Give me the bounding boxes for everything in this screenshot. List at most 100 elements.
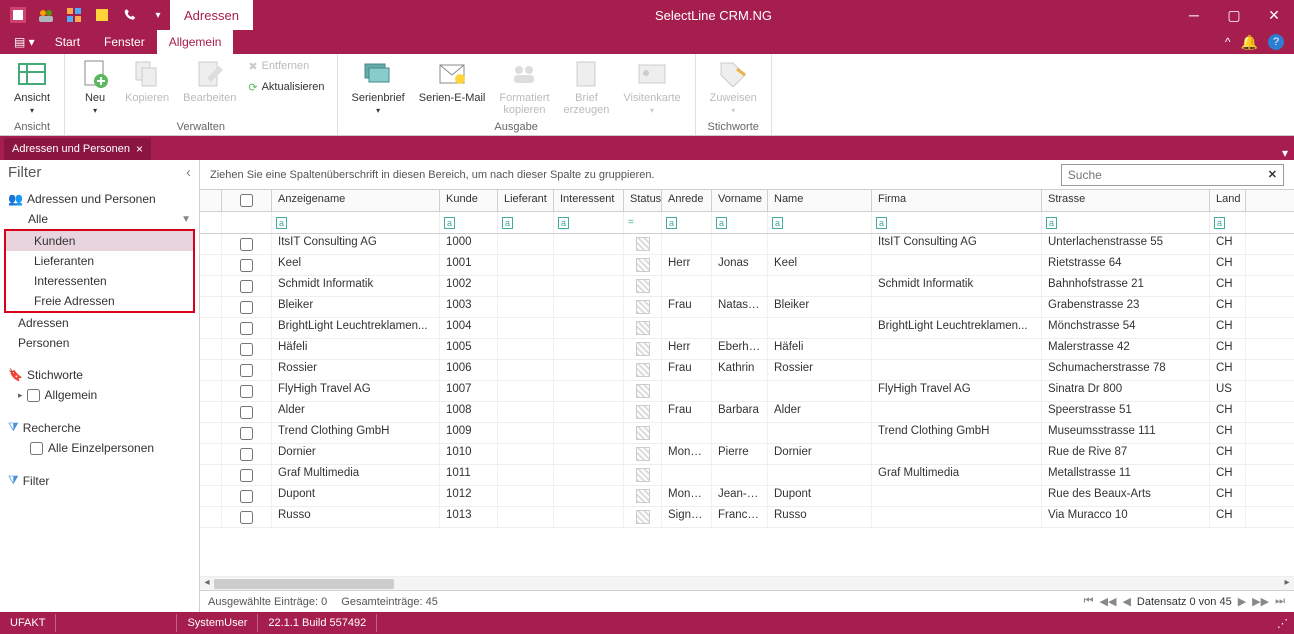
filter-section-adressen-personen[interactable]: 👥 Adressen und Personen (0, 189, 199, 209)
table-row[interactable]: Dupont1012Mons...Jean-LucDupontRue des B… (200, 486, 1294, 507)
col-lieferant[interactable]: Lieferant (498, 190, 554, 211)
ribbon-serienbrief[interactable]: Serienbrief▾ (346, 56, 411, 119)
row-checkbox[interactable] (240, 280, 253, 293)
ribbon-aktualisieren[interactable]: ⟳Aktualisieren (244, 77, 328, 97)
filter-lief[interactable]: a (498, 212, 554, 233)
bell-icon[interactable]: 🔔 (1241, 34, 1258, 51)
filter-str[interactable]: a (1042, 212, 1210, 233)
table-row[interactable]: Russo1013Signo...France...RussoVia Murac… (200, 507, 1294, 528)
nav-prev-page-icon[interactable]: ◀◀ (1099, 595, 1118, 608)
nav-last-icon[interactable]: ⏭ (1274, 595, 1286, 608)
col-anzeigename[interactable]: Anzeigename (272, 190, 440, 211)
filter-section-stichworte[interactable]: 🔖 Stichworte (0, 365, 199, 385)
table-row[interactable]: FlyHigh Travel AG1007FlyHigh Travel AGSi… (200, 381, 1294, 402)
menu-allgemein[interactable]: Allgemein (157, 30, 234, 54)
titlebar-tab-adressen[interactable]: Adressen (170, 0, 253, 30)
filter-name[interactable]: a (768, 212, 872, 233)
ribbon-serienemail[interactable]: Serien-E-Mail (413, 56, 492, 119)
col-vorname[interactable]: Vorname (712, 190, 768, 211)
col-interessent[interactable]: Interessent (554, 190, 624, 211)
close-button[interactable]: ✕ (1254, 0, 1294, 30)
col-rowselector[interactable] (200, 190, 222, 211)
menu-fenster[interactable]: Fenster (92, 30, 157, 54)
horizontal-scrollbar[interactable]: ◂ ▸ (200, 576, 1294, 590)
qat-people-icon[interactable] (34, 3, 58, 27)
col-kunde[interactable]: Kunde (440, 190, 498, 211)
filter-land[interactable]: a (1210, 212, 1246, 233)
header-checkbox[interactable] (240, 194, 253, 207)
ribbon-ansicht[interactable]: Ansicht▾ (8, 56, 56, 119)
filter-item-personen[interactable]: Personen (0, 333, 199, 353)
status-resize-icon[interactable]: ⋰ (1277, 617, 1294, 630)
row-checkbox[interactable] (240, 490, 253, 503)
qat-grid-icon[interactable] (62, 3, 86, 27)
row-checkbox[interactable] (240, 301, 253, 314)
col-name[interactable]: Name (768, 190, 872, 211)
col-strasse[interactable]: Strasse (1042, 190, 1210, 211)
scroll-right-icon[interactable]: ▸ (1280, 577, 1294, 591)
filter-item-lieferanten[interactable]: Lieferanten (6, 251, 193, 271)
einzelpersonen-checkbox[interactable] (30, 442, 43, 455)
row-checkbox[interactable] (240, 343, 253, 356)
table-row[interactable]: Schmidt Informatik1002Schmidt Informatik… (200, 276, 1294, 297)
filter-section-recherche[interactable]: ⧩ Recherche (0, 417, 199, 438)
qat-app-icon[interactable] (6, 3, 30, 27)
filter-item-einzelpersonen[interactable]: Alle Einzelpersonen (0, 438, 199, 458)
ribbon-collapse-icon[interactable]: ^ (1225, 35, 1231, 49)
table-row[interactable]: BrightLight Leuchtreklamen...1004BrightL… (200, 318, 1294, 339)
maximize-button[interactable]: ▢ (1214, 0, 1254, 30)
filter-item-kunden[interactable]: Kunden (6, 231, 193, 251)
help-icon[interactable]: ? (1268, 34, 1284, 50)
filter-item-freie[interactable]: Freie Adressen (6, 291, 193, 311)
allgemein-checkbox[interactable] (27, 389, 40, 402)
col-status[interactable]: Status (624, 190, 662, 211)
table-row[interactable]: Graf Multimedia1011Graf MultimediaMetall… (200, 465, 1294, 486)
row-checkbox[interactable] (240, 511, 253, 524)
row-checkbox[interactable] (240, 259, 253, 272)
table-row[interactable]: Rossier1006FrauKathrinRossierSchumachers… (200, 360, 1294, 381)
scroll-thumb[interactable] (214, 579, 394, 589)
qat-phone-icon[interactable] (118, 3, 142, 27)
minimize-button[interactable]: ─ (1174, 0, 1214, 30)
table-row[interactable]: Häfeli1005HerrEberhardHäfeliMalerstrasse… (200, 339, 1294, 360)
col-land[interactable]: Land (1210, 190, 1246, 211)
close-icon[interactable]: × (136, 142, 143, 156)
filter-section-filter[interactable]: ⧩ Filter (0, 470, 199, 491)
row-checkbox[interactable] (240, 448, 253, 461)
filter-item-allgemein[interactable]: ▸ Allgemein (0, 385, 199, 405)
search-input[interactable] (1062, 168, 1262, 182)
table-row[interactable]: Dornier1010Mons...PierreDornierRue de Ri… (200, 444, 1294, 465)
table-row[interactable]: Bleiker1003FrauNatasc...BleikerGrabenstr… (200, 297, 1294, 318)
filter-item-alle[interactable]: Alle (0, 209, 181, 229)
table-row[interactable]: ItsIT Consulting AG1000ItsIT Consulting … (200, 234, 1294, 255)
filter-anr[interactable]: a (662, 212, 712, 233)
ribbon-neu[interactable]: Neu▾ (73, 56, 117, 119)
filter-kun[interactable]: a (440, 212, 498, 233)
row-checkbox[interactable] (240, 364, 253, 377)
row-checkbox[interactable] (240, 238, 253, 251)
table-row[interactable]: Trend Clothing GmbH1009Trend Clothing Gm… (200, 423, 1294, 444)
row-checkbox[interactable] (240, 406, 253, 419)
grid-body[interactable]: ItsIT Consulting AG1000ItsIT Consulting … (200, 234, 1294, 576)
filter-sta[interactable]: = (624, 212, 662, 233)
row-checkbox[interactable] (240, 385, 253, 398)
nav-next-icon[interactable]: ▶ (1237, 595, 1247, 608)
filter-vor[interactable]: a (712, 212, 768, 233)
col-firma[interactable]: Firma (872, 190, 1042, 211)
clear-search-icon[interactable]: ✕ (1262, 168, 1283, 181)
file-menu-icon[interactable]: ▤ ▾ (6, 30, 43, 54)
panel-collapse-icon[interactable]: ‹ (186, 164, 191, 181)
row-checkbox[interactable] (240, 322, 253, 335)
scroll-left-icon[interactable]: ◂ (200, 577, 214, 591)
group-by-bar[interactable]: Ziehen Sie eine Spaltenüberschrift in di… (200, 160, 1294, 190)
doc-tab-adressen[interactable]: Adressen und Personen × (4, 138, 151, 160)
nav-first-icon[interactable]: ⏮ (1083, 595, 1095, 608)
filter-item-adressen[interactable]: Adressen (0, 313, 199, 333)
filter-fir[interactable]: a (872, 212, 1042, 233)
row-checkbox[interactable] (240, 427, 253, 440)
menu-start[interactable]: Start (43, 30, 92, 54)
col-checkbox[interactable] (222, 190, 272, 211)
table-row[interactable]: Alder1008FrauBarbaraAlderSpeerstrasse 51… (200, 402, 1294, 423)
table-row[interactable]: Keel1001HerrJonasKeelRietstrasse 64CH (200, 255, 1294, 276)
col-anrede[interactable]: Anrede (662, 190, 712, 211)
